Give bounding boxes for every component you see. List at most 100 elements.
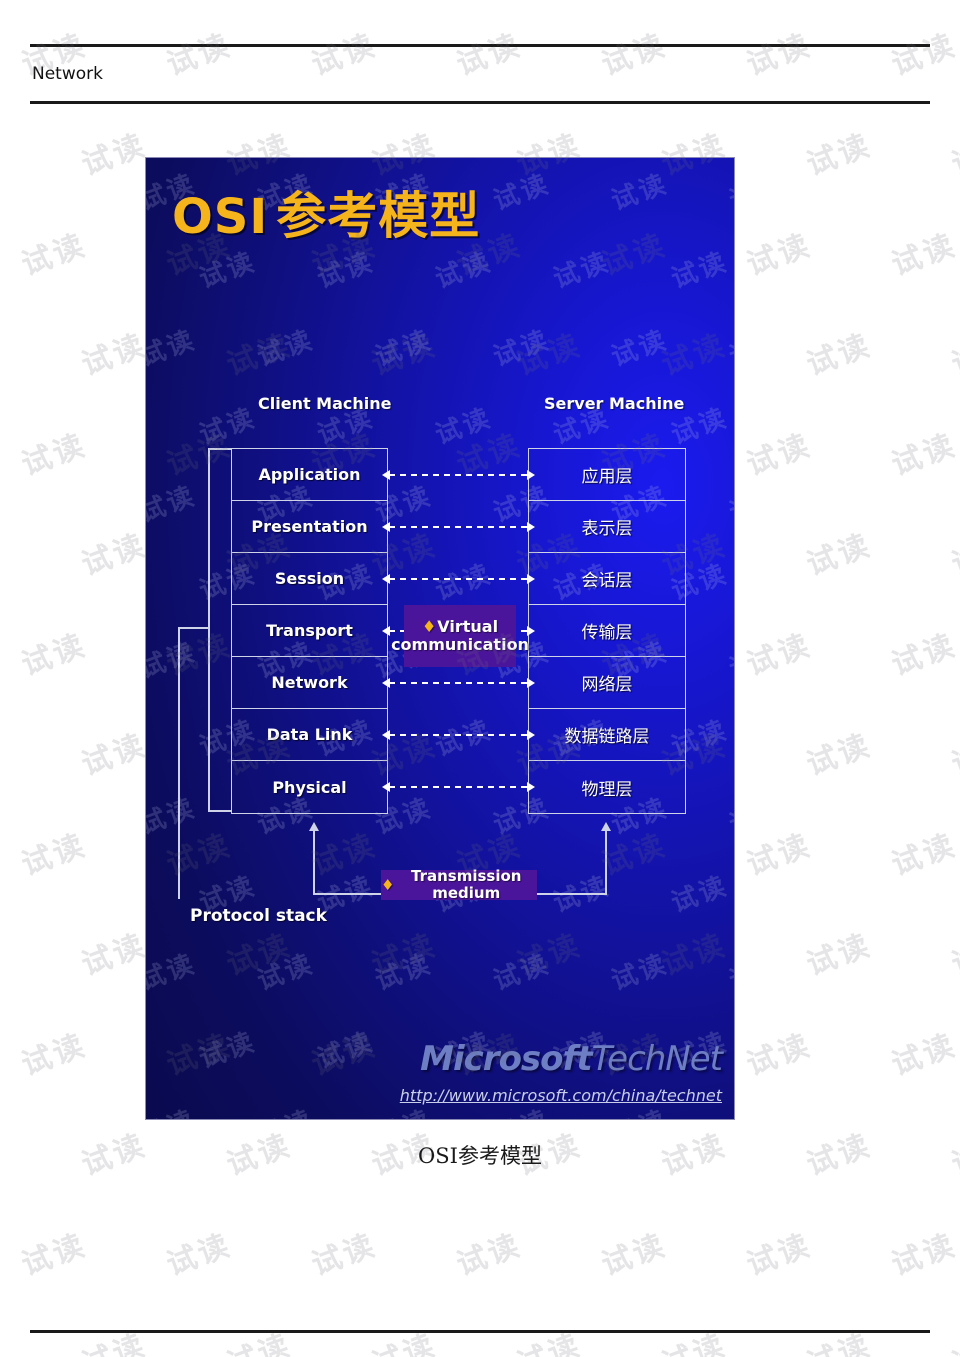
watermark-text: 试读 — [742, 627, 817, 684]
peer-arrow-session — [382, 574, 535, 584]
osi-model-slide: 试读 试读 试读 试读 试读 试读 试读 试读 试读 试读 试读 试读 试读 试读 试读 试读 试读 试读 试读 试读… — [145, 157, 735, 1120]
watermark-text: 试读 — [607, 168, 673, 217]
watermark-text: 试读 — [802, 127, 877, 184]
watermark-text: 试读 — [371, 948, 437, 997]
watermark-text: 试读 — [146, 1099, 201, 1119]
transmission-medium-callout: ♦ Transmission medium — [381, 867, 537, 902]
page-header-title: Network — [32, 64, 103, 84]
watermark-text: 试读 — [802, 1327, 877, 1357]
arrow-head-right-icon — [527, 678, 535, 688]
watermark-text: 试读 — [725, 792, 734, 841]
peer-arrow-presentation — [382, 522, 535, 532]
watermark-text: 试读 — [77, 527, 152, 584]
watermark-text: 试读 — [195, 1026, 261, 1075]
watermark-text: 试读 — [802, 527, 877, 584]
watermark-text: 试读 — [313, 1026, 379, 1075]
arrow-head-left-icon — [382, 470, 390, 480]
technet-wordmark: TechNet — [591, 1039, 723, 1079]
slide-title: OSI 参考模型 — [172, 176, 480, 248]
transmission-arrow-right-icon — [601, 822, 611, 831]
watermark-text: 试读 — [162, 27, 237, 84]
watermark-text: 试读 — [307, 27, 382, 84]
watermark-text: 试读 — [947, 927, 960, 984]
transmission-line-right-vertical — [605, 830, 607, 894]
watermark-text: 试读 — [723, 1099, 734, 1119]
watermark-text: 试读 — [597, 1227, 672, 1284]
watermark-text: 试读 — [17, 627, 92, 684]
watermark-text: 试读 — [77, 927, 152, 984]
figure-caption: OSI参考模型 — [418, 1144, 542, 1168]
server-layer-data-link: 数据链路层 — [529, 709, 685, 761]
watermark-text: 试读 — [17, 227, 92, 284]
server-protocol-stack: 应用层 表示层 会话层 传输层 网络层 数据链路层 物理层 — [528, 448, 686, 814]
watermark-text: 试读 — [947, 727, 960, 784]
watermark-text: 试读 — [77, 727, 152, 784]
arrow-head-right-icon — [527, 574, 535, 584]
watermark-text: 试读 — [431, 558, 497, 607]
arrow-head-left-icon — [382, 782, 390, 792]
slide-title-en: OSI — [172, 189, 269, 245]
arrow-head-right-icon — [527, 522, 535, 532]
watermark-text: 试读 — [195, 246, 261, 295]
watermark-text: 试读 — [367, 1327, 442, 1357]
watermark-text: 试读 — [887, 427, 960, 484]
peer-arrow-physical — [382, 782, 535, 792]
watermark-text: 试读 — [313, 246, 379, 295]
watermark-text: 试读 — [549, 246, 615, 295]
watermark-text: 试读 — [887, 27, 960, 84]
transmission-arrow-left-icon — [309, 822, 319, 831]
transmission-medium-label: Transmission medium — [410, 867, 522, 902]
watermark-text: 试读 — [742, 1027, 817, 1084]
watermark-text: 试读 — [667, 870, 733, 919]
server-layer-session: 会话层 — [529, 553, 685, 605]
watermark-text: 试读 — [431, 714, 497, 763]
watermark-text: 试读 — [452, 1227, 527, 1284]
arrow-head-left-icon — [382, 522, 390, 532]
client-protocol-stack: Application Presentation Session Transpo… — [231, 448, 388, 814]
server-layer-presentation: 表示层 — [529, 501, 685, 553]
technet-url[interactable]: http://www.microsoft.com/china/technet — [400, 1086, 722, 1105]
protocol-bracket-inner-top — [208, 448, 232, 450]
peer-arrow-application — [382, 470, 535, 480]
protocol-bracket-inner-vertical — [208, 448, 210, 812]
watermark-text: 试读 — [77, 1327, 152, 1357]
arrow-head-right-icon — [527, 470, 535, 480]
watermark-text: 试读 — [489, 324, 555, 373]
watermark-text: 试读 — [489, 168, 555, 217]
protocol-bracket-outer-connector — [178, 627, 209, 629]
watermark-text: 试读 — [77, 127, 152, 184]
diamond-bullet-icon: ♦ — [381, 875, 395, 894]
watermark-text: 试读 — [802, 327, 877, 384]
watermark-text: 试读 — [887, 1227, 960, 1284]
watermark-text: 试读 — [667, 246, 733, 295]
watermark-text: 试读 — [947, 127, 960, 184]
peer-arrow-data-link — [382, 730, 535, 740]
client-layer-transport: Transport — [232, 605, 387, 657]
watermark-text: 试读 — [253, 324, 319, 373]
arrow-head-left-icon — [382, 730, 390, 740]
arrow-head-left-icon — [382, 626, 390, 636]
watermark-text: 试读 — [725, 948, 734, 997]
client-machine-heading: Client Machine — [258, 394, 392, 413]
watermark-text: 试读 — [195, 402, 261, 451]
arrow-head-left-icon — [382, 678, 390, 688]
protocol-bracket-inner-bottom — [208, 810, 232, 812]
transmission-line-left-vertical — [313, 830, 315, 894]
watermark-text: 试读 — [607, 948, 673, 997]
client-layer-session: Session — [232, 553, 387, 605]
watermark-text: 试读 — [17, 1227, 92, 1284]
watermark-text: 试读 — [742, 1227, 817, 1284]
arrow-head-right-icon — [527, 782, 535, 792]
header-rule-top — [30, 44, 930, 47]
watermark-text: 试读 — [146, 324, 201, 373]
footer-rule — [30, 1330, 930, 1333]
client-layer-application: Application — [232, 449, 387, 501]
server-machine-heading: Server Machine — [544, 394, 685, 413]
microsoft-wordmark: Microsoft — [420, 1039, 592, 1079]
server-layer-application: 应用层 — [529, 449, 685, 501]
watermark-text: 试读 — [725, 168, 734, 217]
server-layer-physical: 物理层 — [581, 779, 633, 800]
watermark-text: 试读 — [146, 480, 201, 529]
watermark-text: 试读 — [887, 827, 960, 884]
watermark-text: 试读 — [742, 827, 817, 884]
